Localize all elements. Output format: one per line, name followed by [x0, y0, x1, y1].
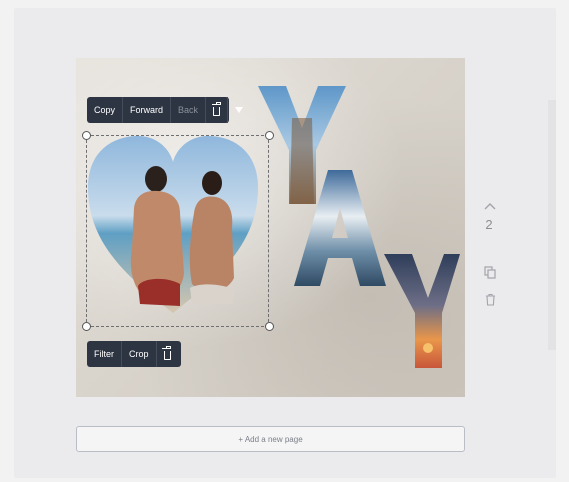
- filter-button[interactable]: Filter: [87, 341, 122, 367]
- resize-handle-top-left[interactable]: [82, 131, 91, 140]
- resize-handle-top-right[interactable]: [265, 131, 274, 140]
- duplicate-page-button[interactable]: [483, 266, 497, 280]
- trash-icon: [485, 293, 495, 306]
- scrollbar-track[interactable]: [548, 100, 556, 350]
- page-number: 2: [485, 217, 493, 232]
- resize-handle-bottom-left[interactable]: [82, 322, 91, 331]
- chevron-up-icon: [484, 203, 496, 210]
- copy-button[interactable]: Copy: [87, 97, 124, 123]
- delete-page-button[interactable]: [484, 293, 496, 307]
- move-page-up-button[interactable]: [483, 200, 497, 212]
- forward-button[interactable]: Forward: [123, 97, 172, 123]
- resize-handle-bottom-right[interactable]: [265, 322, 274, 331]
- duplicate-icon: [484, 266, 496, 279]
- trash-icon: [162, 345, 172, 360]
- letter-y-bottom[interactable]: [384, 254, 460, 368]
- image-toolbar: Filter Crop: [87, 341, 181, 367]
- add-page-button[interactable]: + Add a new page: [76, 426, 465, 452]
- element-toolbar: Copy Forward Back: [87, 97, 244, 123]
- crop-button[interactable]: Crop: [122, 341, 157, 367]
- back-button[interactable]: Back: [171, 97, 207, 123]
- more-button[interactable]: [228, 97, 250, 123]
- delete-button[interactable]: [206, 97, 229, 123]
- caret-down-icon: [235, 107, 244, 113]
- image-delete-button[interactable]: [157, 341, 178, 367]
- trash-icon: [211, 101, 221, 116]
- selection-box: [86, 135, 269, 327]
